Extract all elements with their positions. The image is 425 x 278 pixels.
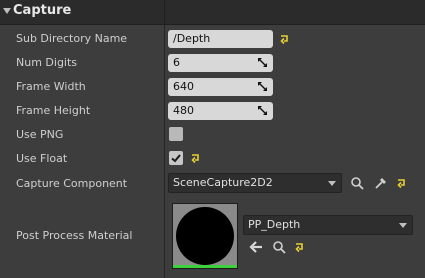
section-title: Capture — [13, 3, 72, 18]
capture-section-header[interactable]: Capture — [0, 0, 425, 25]
drag-resize-icon[interactable] — [257, 105, 268, 116]
eyedropper-icon[interactable] — [374, 176, 388, 190]
row-capture-component: Capture Component SceneCapture2D2 — [0, 172, 425, 196]
frame-height-label: Frame Height — [16, 104, 91, 117]
row-num-digits: Num Digits 6 — [0, 52, 425, 76]
capture-component-dropdown[interactable]: SceneCapture2D2 — [168, 173, 342, 193]
capture-component-value: SceneCapture2D2 — [173, 176, 273, 189]
details-panel: Capture Sub Directory Name /Depth Num Di… — [0, 0, 425, 278]
use-png-label: Use PNG — [16, 128, 64, 141]
material-thumbnail[interactable] — [172, 203, 238, 269]
num-digits-input[interactable]: 6 — [168, 54, 273, 72]
num-digits-value: 6 — [173, 56, 180, 69]
sub-directory-label: Sub Directory Name — [16, 32, 128, 45]
frame-height-value: 480 — [173, 104, 194, 117]
frame-height-input[interactable]: 480 — [168, 102, 273, 120]
dropdown-chevron-icon — [399, 223, 407, 228]
row-use-float: Use Float — [0, 148, 425, 172]
collapse-arrow-icon[interactable] — [3, 8, 11, 14]
use-float-checkbox[interactable] — [169, 151, 183, 165]
frame-width-label: Frame Width — [16, 80, 86, 93]
frame-width-input[interactable]: 640 — [168, 78, 273, 96]
use-selected-arrow-icon[interactable] — [249, 240, 263, 254]
sub-directory-input[interactable]: /Depth — [168, 30, 273, 48]
reset-to-default-icon[interactable] — [279, 33, 291, 45]
reset-to-default-icon[interactable] — [294, 241, 306, 253]
post-process-material-value: PP_Depth — [248, 218, 301, 231]
drag-resize-icon[interactable] — [257, 57, 268, 68]
asset-type-color-bar — [173, 265, 237, 268]
checkmark-icon — [171, 154, 181, 163]
drag-resize-icon[interactable] — [257, 81, 268, 92]
row-frame-width: Frame Width 640 — [0, 76, 425, 100]
reset-to-default-icon[interactable] — [190, 152, 202, 164]
capture-component-label: Capture Component — [16, 177, 128, 190]
row-frame-height: Frame Height 480 — [0, 100, 425, 124]
post-process-material-dropdown[interactable]: PP_Depth — [243, 215, 413, 235]
use-float-label: Use Float — [16, 152, 68, 165]
row-use-png: Use PNG — [0, 124, 425, 148]
reset-to-default-icon[interactable] — [396, 177, 408, 189]
browse-search-icon[interactable] — [272, 240, 286, 254]
num-digits-label: Num Digits — [16, 56, 78, 69]
use-png-checkbox[interactable] — [169, 127, 183, 141]
material-preview-sphere — [176, 207, 234, 265]
search-icon[interactable] — [350, 176, 364, 190]
row-sub-directory-name: Sub Directory Name /Depth — [0, 28, 425, 52]
header-divider — [164, 0, 165, 25]
frame-width-value: 640 — [173, 80, 194, 93]
dropdown-chevron-icon — [328, 181, 336, 186]
post-process-material-label: Post Process Material — [16, 229, 133, 242]
